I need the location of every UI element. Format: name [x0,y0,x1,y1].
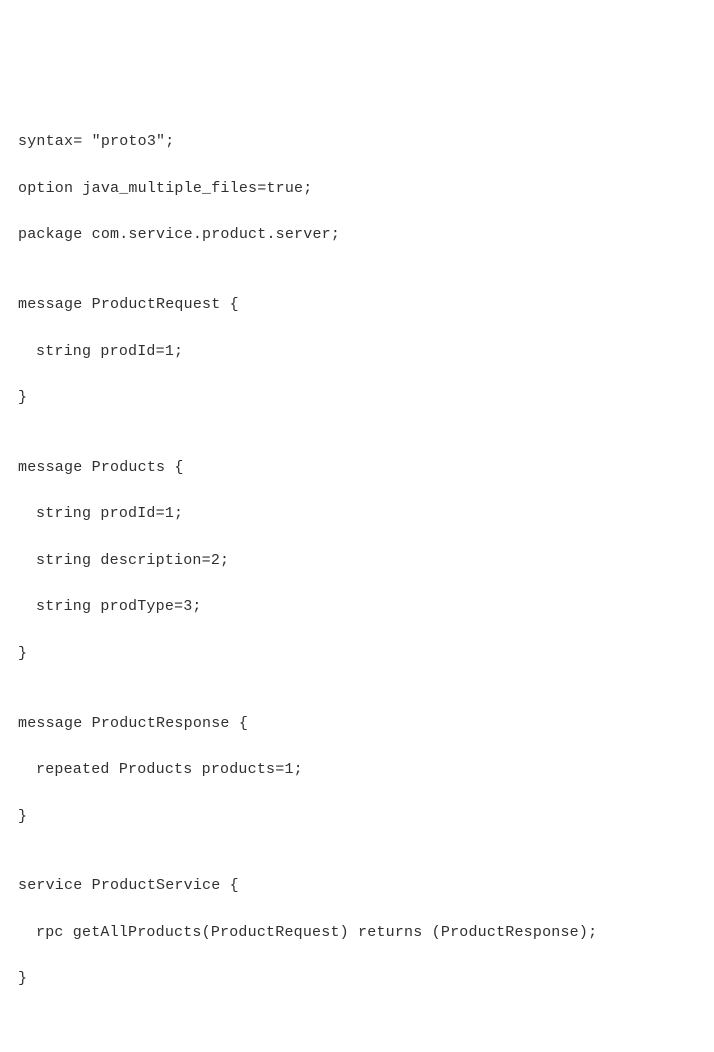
code-line: } [18,805,696,828]
code-line: } [18,386,696,409]
code-line: string prodId=1; [18,340,696,363]
code-line: repeated Products products=1; [18,758,696,781]
proto-code-block: syntax= "proto3"; option java_multiple_f… [18,107,696,1014]
code-line: rpc getAllProducts(ProductRequest) retur… [18,921,696,944]
code-line: service ProductService { [18,874,696,897]
code-line: option java_multiple_files=true; [18,177,696,200]
code-line: } [18,967,696,990]
code-line: syntax= "proto3"; [18,130,696,153]
code-line: message ProductRequest { [18,293,696,316]
code-line: } [18,642,696,665]
code-line: string prodType=3; [18,595,696,618]
code-line: string description=2; [18,549,696,572]
code-line: message Products { [18,456,696,479]
code-line: message ProductResponse { [18,712,696,735]
code-line: string prodId=1; [18,502,696,525]
code-line: package com.service.product.server; [18,223,696,246]
